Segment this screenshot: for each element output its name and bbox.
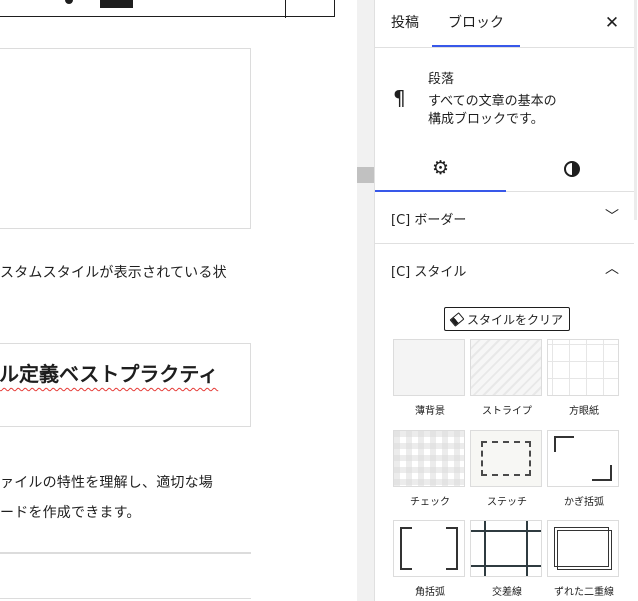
block-description: すべての文章の基本の 構成ブロックです。: [428, 93, 608, 129]
gear-icon: ⚙: [431, 157, 450, 179]
style-label: 薄背景: [415, 406, 445, 417]
block-toolbar[interactable]: [0, 0, 335, 18]
panel-tabs: ⚙: [375, 146, 638, 192]
close-icon[interactable]: ✕: [601, 12, 623, 34]
toolbar-button[interactable]: [100, 0, 133, 8]
style-option[interactable]: ストライプ: [470, 339, 544, 417]
tab-settings[interactable]: ⚙: [375, 146, 506, 192]
style-label: ストライプ: [482, 406, 532, 417]
editor-canvas: スタムスタイルが表示されている状 ル定義ベストプラクティ ァイルの特性を理解し、…: [0, 0, 357, 601]
paragraph-icon: ¶: [393, 86, 406, 110]
toolbar-divider: [285, 0, 286, 18]
chevron-up-icon: ︿: [605, 261, 619, 277]
scrollbar-thumb[interactable]: [634, 0, 637, 220]
style-preview: [393, 430, 465, 487]
section-style[interactable]: [C] スタイル ︿: [375, 244, 638, 296]
paragraph-text[interactable]: ードを作成できます。: [0, 502, 141, 522]
style-option[interactable]: 角括弧: [393, 520, 467, 598]
style-option[interactable]: ステッチ: [470, 430, 544, 508]
heading-block[interactable]: ル定義ベストプラクティ: [0, 343, 251, 427]
style-label: チェック: [410, 497, 450, 508]
style-option[interactable]: 方眼紙: [547, 339, 621, 417]
tab-post[interactable]: 投稿: [375, 0, 435, 47]
paragraph-text[interactable]: スタムスタイルが表示されている状: [0, 262, 227, 282]
style-preview: [547, 339, 619, 396]
style-preview: [470, 430, 542, 487]
block-description-line: すべての文章の基本の: [428, 94, 557, 109]
style-label: 交差線: [492, 587, 522, 598]
eraser-icon: [449, 311, 465, 327]
heading-text[interactable]: ル定義ベストプラクティ: [0, 358, 218, 387]
tab-styles[interactable]: [506, 146, 637, 192]
separator: [0, 598, 251, 599]
style-option[interactable]: チェック: [393, 430, 467, 508]
sidebar-tabs: 投稿 ブロック ✕: [375, 0, 638, 48]
style-option[interactable]: 薄背景: [393, 339, 467, 417]
clear-style-label: スタイルをクリア: [466, 312, 563, 327]
style-label: 方眼紙: [569, 406, 599, 417]
tab-block[interactable]: ブロック: [432, 0, 520, 47]
style-preview: [547, 520, 619, 577]
section-label: [C] スタイル: [391, 265, 467, 280]
toolbar-handle-icon[interactable]: [65, 0, 73, 4]
chevron-down-icon: ﹀: [605, 209, 619, 225]
block-title: 段落: [428, 72, 455, 87]
empty-block[interactable]: [0, 48, 251, 229]
style-option[interactable]: 交差線: [470, 520, 544, 598]
settings-sidebar: 投稿 ブロック ✕ ¶ 段落 すべての文章の基本の 構成ブロックです。 ⚙ [C…: [374, 0, 638, 601]
style-preview: [547, 430, 619, 487]
block-description-line: 構成ブロックです。: [428, 112, 544, 127]
scrollbar-thumb[interactable]: [357, 167, 374, 183]
editor-scrollbar[interactable]: [357, 0, 374, 601]
paragraph-text[interactable]: ァイルの特性を理解し、適切な場: [0, 472, 213, 492]
style-option[interactable]: ずれた二重線: [547, 520, 621, 598]
style-label: ステッチ: [487, 497, 527, 508]
clear-style-button[interactable]: スタイルをクリア: [444, 307, 570, 331]
style-preview: [393, 339, 465, 396]
section-border[interactable]: [C] ボーダー ﹀: [375, 192, 638, 244]
styles-half-circle-icon: [563, 161, 580, 177]
style-label: かぎ括弧: [564, 497, 604, 508]
style-label: ずれた二重線: [554, 587, 614, 598]
style-option[interactable]: かぎ括弧: [547, 430, 621, 508]
sidebar-scrollbar[interactable]: [634, 0, 638, 601]
section-label: [C] ボーダー: [391, 213, 467, 228]
style-preview: [393, 520, 465, 577]
style-preview: [470, 339, 542, 396]
style-preview: [470, 520, 542, 577]
separator: [0, 552, 251, 554]
style-label: 角括弧: [415, 587, 445, 598]
